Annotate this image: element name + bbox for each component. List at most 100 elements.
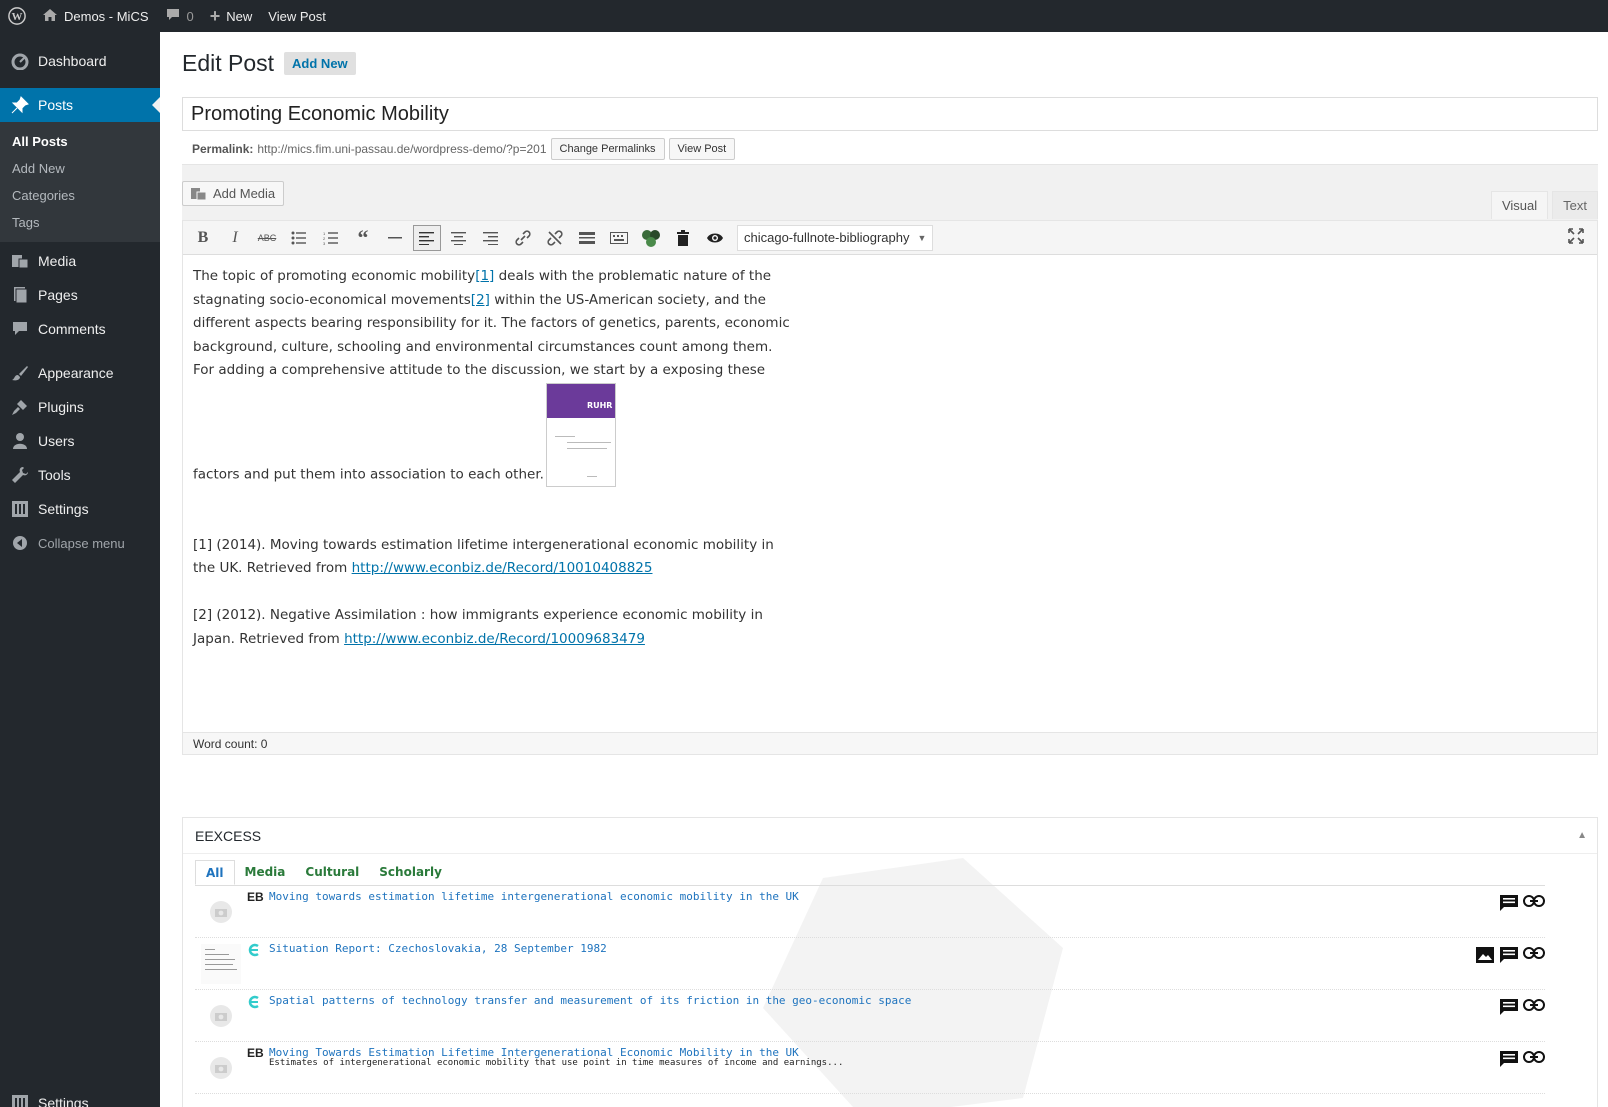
add-new-button[interactable]: Add New: [284, 52, 356, 75]
editor-toolbar: B I ABC 123 “ chicago-fullnote-bibliogra…: [183, 221, 1597, 255]
align-left-icon[interactable]: [413, 224, 441, 251]
tab-text[interactable]: Text: [1552, 191, 1598, 219]
view-post-button[interactable]: View Post: [668, 138, 736, 160]
comment-icon[interactable]: [1499, 1050, 1521, 1070]
citation-style-select[interactable]: chicago-fullnote-bibliography ▼: [737, 224, 934, 251]
wordpress-logo-icon[interactable]: W: [0, 0, 34, 32]
image-icon[interactable]: [1475, 946, 1497, 966]
eexcess-tabs: All Media Cultural Scholarly: [195, 860, 1545, 886]
link-icon[interactable]: [1523, 894, 1545, 914]
comments-link[interactable]: 0: [157, 0, 202, 32]
plus-icon: +: [209, 5, 221, 26]
collapse-menu-button[interactable]: Collapse menu: [0, 526, 160, 560]
submenu-add-new[interactable]: Add New: [0, 155, 160, 182]
paintbrush-icon: [10, 363, 30, 383]
tab-scholarly[interactable]: Scholarly: [369, 860, 452, 885]
menu-appearance[interactable]: Appearance: [0, 356, 160, 390]
menu-dashboard[interactable]: Dashboard: [0, 44, 160, 78]
menu-plugins[interactable]: Plugins: [0, 390, 160, 424]
europeana-icon: [247, 994, 267, 1013]
keyboard-toolbar-toggle-icon[interactable]: [605, 225, 633, 251]
post-title-input[interactable]: [182, 97, 1598, 131]
new-content-link[interactable]: + New: [202, 0, 261, 32]
submenu-categories[interactable]: Categories: [0, 182, 160, 209]
result-title[interactable]: Moving towards estimation lifetime inter…: [269, 890, 799, 903]
page-header: Edit Post Add New: [182, 50, 356, 77]
paragraph-main: The topic of promoting economic mobility…: [193, 265, 793, 487]
media-icon: [10, 251, 30, 271]
tab-all[interactable]: All: [195, 860, 235, 885]
result-item[interactable]: Situation Report: Czechoslovakia, 28 Sep…: [195, 938, 1545, 990]
media-buttons-bar: Add Media Visual Text: [182, 164, 1598, 220]
footnote-ref-1[interactable]: [1]: [475, 268, 494, 284]
result-item[interactable]: EB Moving Towards Estimation Lifetime In…: [195, 1042, 1545, 1094]
svg-text:W: W: [12, 11, 23, 23]
bold-button[interactable]: B: [189, 225, 217, 251]
comment-icon[interactable]: [1499, 894, 1521, 914]
menu-pages[interactable]: Pages: [0, 278, 160, 312]
user-icon: [10, 431, 30, 451]
italic-button[interactable]: I: [221, 225, 249, 251]
pushpin-icon: [10, 95, 30, 115]
submenu-tags[interactable]: Tags: [0, 209, 160, 236]
menu-tools[interactable]: Tools: [0, 458, 160, 492]
align-center-icon[interactable]: [445, 225, 473, 251]
menu-settings-bottom[interactable]: Settings: [0, 1086, 160, 1107]
remove-link-icon[interactable]: [541, 225, 569, 251]
admin-bar: W Demos - MiCS 0 + New View Post: [0, 0, 1608, 32]
fullscreen-icon[interactable]: [1567, 227, 1589, 249]
menu-users[interactable]: Users: [0, 424, 160, 458]
numbered-list-icon[interactable]: 123: [317, 225, 345, 251]
result-title[interactable]: Situation Report: Czechoslovakia, 28 Sep…: [269, 942, 607, 955]
link-icon[interactable]: [1523, 946, 1545, 966]
align-right-icon[interactable]: [477, 225, 505, 251]
word-count: Word count: 0: [183, 732, 1597, 754]
view-post-link[interactable]: View Post: [260, 0, 334, 32]
collapse-triangle-icon[interactable]: ▲: [1577, 830, 1587, 841]
trash-icon[interactable]: [669, 225, 697, 251]
site-name-link[interactable]: Demos - MiCS: [34, 0, 157, 32]
result-title[interactable]: Spatial patterns of technology transfer …: [269, 994, 911, 1007]
provider-eb-label: EB: [247, 890, 264, 904]
embedded-document-thumbnail[interactable]: RUHR: [545, 382, 616, 487]
comment-icon[interactable]: [1499, 998, 1521, 1018]
result-item[interactable]: EB Moving towards estimation lifetime in…: [195, 886, 1545, 938]
settings-sliders-icon: [10, 1093, 30, 1107]
document-thumbnail: [201, 944, 241, 984]
footnote-2-link[interactable]: http://www.econbiz.de/Record/10009683479: [344, 631, 645, 647]
footnote-1-link[interactable]: http://www.econbiz.de/Record/10010408825: [352, 560, 653, 576]
result-item[interactable]: Spatial patterns of technology transfer …: [195, 990, 1545, 1042]
preview-eye-icon[interactable]: [701, 225, 729, 251]
read-more-icon[interactable]: [573, 225, 601, 251]
permalink-url[interactable]: http://mics.fim.uni-passau.de/wordpress-…: [257, 142, 546, 156]
posts-submenu: All Posts Add New Categories Tags: [0, 122, 160, 242]
tab-cultural[interactable]: Cultural: [295, 860, 369, 885]
permalink-label: Permalink:: [192, 142, 254, 156]
menu-comments[interactable]: Comments: [0, 312, 160, 346]
menu-posts[interactable]: Posts: [0, 88, 160, 122]
change-permalinks-button[interactable]: Change Permalinks: [550, 138, 665, 160]
blockquote-icon[interactable]: “: [349, 225, 377, 251]
strikethrough-button[interactable]: ABC: [253, 225, 281, 251]
permalink-row: Permalink: http://mics.fim.uni-passau.de…: [192, 138, 736, 160]
menu-media[interactable]: Media: [0, 244, 160, 278]
admin-sidebar: Dashboard Posts All Posts Add New Catego…: [0, 32, 160, 1107]
link-icon[interactable]: [1523, 1050, 1545, 1070]
tab-media[interactable]: Media: [235, 860, 296, 885]
menu-settings[interactable]: Settings: [0, 492, 160, 526]
tab-visual[interactable]: Visual: [1490, 191, 1549, 219]
add-media-button[interactable]: Add Media: [182, 181, 285, 206]
eexcess-header[interactable]: EEXCESS ▲: [183, 818, 1597, 854]
eexcess-citation-icon[interactable]: [637, 225, 665, 251]
bullet-list-icon[interactable]: [285, 225, 313, 251]
chevron-down-icon: ▼: [917, 232, 927, 243]
submenu-all-posts[interactable]: All Posts: [0, 128, 160, 155]
editor-content[interactable]: The topic of promoting economic mobility…: [183, 255, 1597, 732]
footnote-ref-2[interactable]: [2]: [471, 292, 490, 308]
insert-link-icon[interactable]: [509, 225, 537, 251]
horizontal-line-icon[interactable]: [381, 225, 409, 251]
comment-icon[interactable]: [1499, 946, 1521, 966]
link-icon[interactable]: [1523, 998, 1545, 1018]
result-actions: [1497, 1050, 1545, 1070]
europeana-icon: [247, 942, 267, 961]
